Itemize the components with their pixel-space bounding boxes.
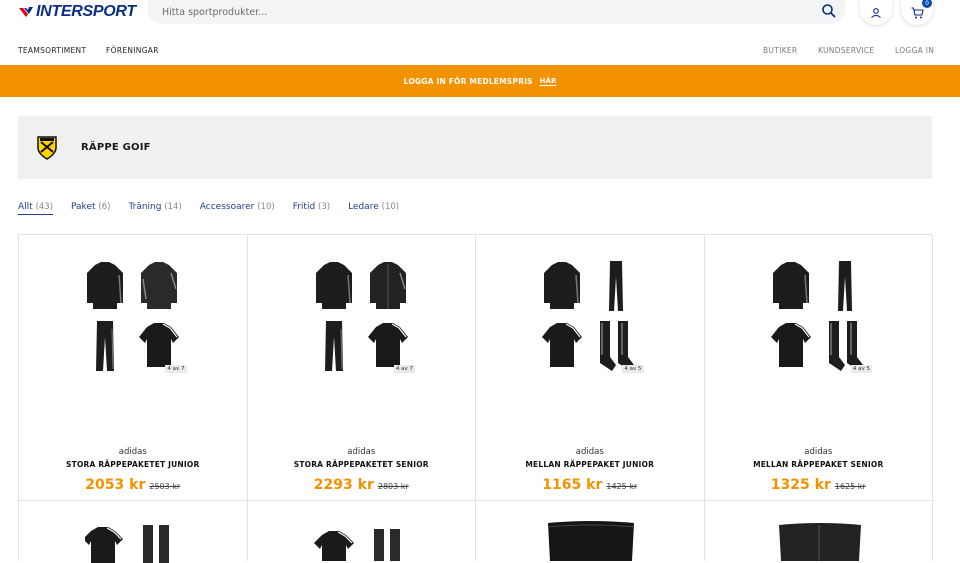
current-price: 1165 kr [542, 477, 603, 493]
current-price: 2053 kr [85, 477, 146, 493]
image-count-badge: 4 av 7 [165, 365, 187, 373]
jacket-image [141, 262, 177, 309]
product-card[interactable] [705, 501, 933, 561]
product-image [778, 523, 861, 561]
product-brand: adidas [118, 447, 147, 457]
pants-image [96, 321, 114, 371]
product-image [313, 529, 400, 561]
current-price: 1325 kr [770, 477, 831, 493]
filter-count: (10) [381, 202, 400, 212]
filter-label: Accessoarer [199, 202, 255, 212]
image-count-badge: 4 av 7 [393, 365, 415, 373]
filter-count: (10) [257, 202, 275, 212]
jacket-image [772, 262, 809, 309]
club-crest-icon [37, 136, 57, 160]
product-price: 1165 kr 1425 kr [476, 474, 704, 493]
filter-label: Träning [128, 202, 162, 212]
product-image [85, 525, 169, 563]
filter-count: (6) [98, 202, 111, 212]
main-nav: TEAMSORTIMENT FÖRENINGAR BUTIKER KUNDSER… [0, 38, 960, 65]
user-icon [871, 7, 881, 18]
nav-butiker[interactable]: BUTIKER [763, 46, 797, 55]
filter-allt[interactable]: Allt (43) [18, 202, 54, 215]
pants-image [609, 261, 623, 311]
category-filters: Allt (43) Paket (6) Träning (14) Accesso… [18, 202, 417, 215]
nav-kundservice[interactable]: KUNDSERVICE [818, 46, 875, 55]
original-price: 2503 kr [149, 482, 181, 491]
filter-count: (43) [35, 202, 54, 212]
product-brand: adidas [347, 447, 376, 457]
banner-link[interactable]: HÄR [540, 77, 557, 85]
product-card[interactable]: 4 av 7 adidas STORA RÄPPEPAKETET JUNIOR … [19, 235, 248, 501]
search-input[interactable] [162, 6, 782, 18]
jacket-image [315, 262, 352, 309]
search-icon[interactable] [821, 3, 837, 19]
pants-image [837, 261, 852, 311]
product-name[interactable]: STORA RÄPPEPAKETET SENIOR [248, 460, 476, 469]
jacket-image [369, 262, 406, 309]
product-image-collage [83, 259, 183, 375]
product-price: 1325 kr 1625 kr [705, 474, 933, 493]
cart-button[interactable]: 0 [901, 0, 933, 25]
jacket-image [544, 262, 580, 309]
product-name[interactable]: STORA RÄPPEPAKETET JUNIOR [19, 460, 247, 469]
product-name[interactable]: MELLAN RÄPPEPAKET SENIOR [705, 460, 933, 469]
product-brand: adidas [804, 447, 833, 457]
original-price: 1625 kr [834, 482, 866, 491]
nav-logga-in[interactable]: LOGGA IN [895, 46, 934, 55]
image-count-badge: 4 av 5 [622, 365, 644, 373]
filter-label: Ledare [348, 202, 379, 212]
header: INTERSPORT 0 [0, 0, 960, 38]
product-grid: 4 av 7 adidas STORA RÄPPEPAKETET JUNIOR … [18, 234, 933, 563]
jacket-image [87, 262, 123, 309]
product-name[interactable]: MELLAN RÄPPEPAKET JUNIOR [476, 460, 704, 469]
product-card[interactable]: 4 av 5 adidas MELLAN RÄPPEPAKET SENIOR 1… [704, 235, 933, 501]
filter-accessoarer[interactable]: Accessoarer (10) [200, 202, 275, 215]
cart-icon [911, 6, 924, 18]
filter-label: Paket [71, 202, 96, 212]
product-image-collage [312, 259, 412, 375]
filter-ledare[interactable]: Ledare (10) [348, 202, 399, 215]
product-card[interactable]: 4 av 5 adidas MELLAN RÄPPEPAKET JUNIOR 1… [476, 235, 705, 501]
product-price: 2293 kr 2803 kr [248, 474, 476, 493]
nav-teamsortiment[interactable]: TEAMSORTIMENT [18, 46, 86, 55]
logo-text: INTERSPORT [36, 3, 136, 20]
product-image [547, 521, 635, 561]
product-price: 2053 kr 2503 kr [19, 474, 247, 493]
account-button[interactable] [860, 0, 892, 25]
club-header: RÄPPE GOIF [18, 116, 932, 179]
original-price: 2803 kr [377, 482, 409, 491]
product-card[interactable] [248, 501, 476, 561]
shirt-image [770, 323, 811, 367]
product-brand: adidas [575, 447, 604, 457]
product-card[interactable]: 4 av 7 adidas STORA RÄPPEPAKETET SENIOR … [247, 235, 476, 501]
member-price-banner: LOGGA IN FÖR MEDLEMSPRIS HÄR [0, 65, 960, 97]
product-card[interactable] [476, 501, 705, 561]
image-count-badge: 4 av 5 [850, 365, 872, 373]
original-price: 1425 kr [606, 482, 638, 491]
intersport-logo[interactable]: INTERSPORT [18, 3, 136, 21]
filter-count: (14) [164, 202, 182, 212]
filter-label: Allt [18, 202, 33, 212]
filter-label: Fritid [292, 202, 316, 212]
search-bar [148, 0, 845, 24]
filter-count: (3) [318, 202, 331, 212]
shirt-image [542, 323, 582, 367]
current-price: 2293 kr [313, 477, 374, 493]
filter-traning[interactable]: Träning (14) [128, 202, 181, 215]
pants-image [324, 321, 343, 371]
filter-fritid[interactable]: Fritid (3) [293, 202, 330, 215]
banner-text: LOGGA IN FÖR MEDLEMSPRIS [403, 76, 533, 86]
product-image-collage [769, 259, 869, 375]
cart-count-badge: 0 [922, 0, 932, 8]
filter-paket[interactable]: Paket (6) [71, 202, 110, 215]
club-name: RÄPPE GOIF [81, 142, 151, 153]
product-image-collage [540, 259, 640, 375]
logo-icon [19, 7, 33, 17]
product-card[interactable] [19, 501, 248, 563]
nav-foreningar[interactable]: FÖRENINGAR [106, 46, 159, 55]
